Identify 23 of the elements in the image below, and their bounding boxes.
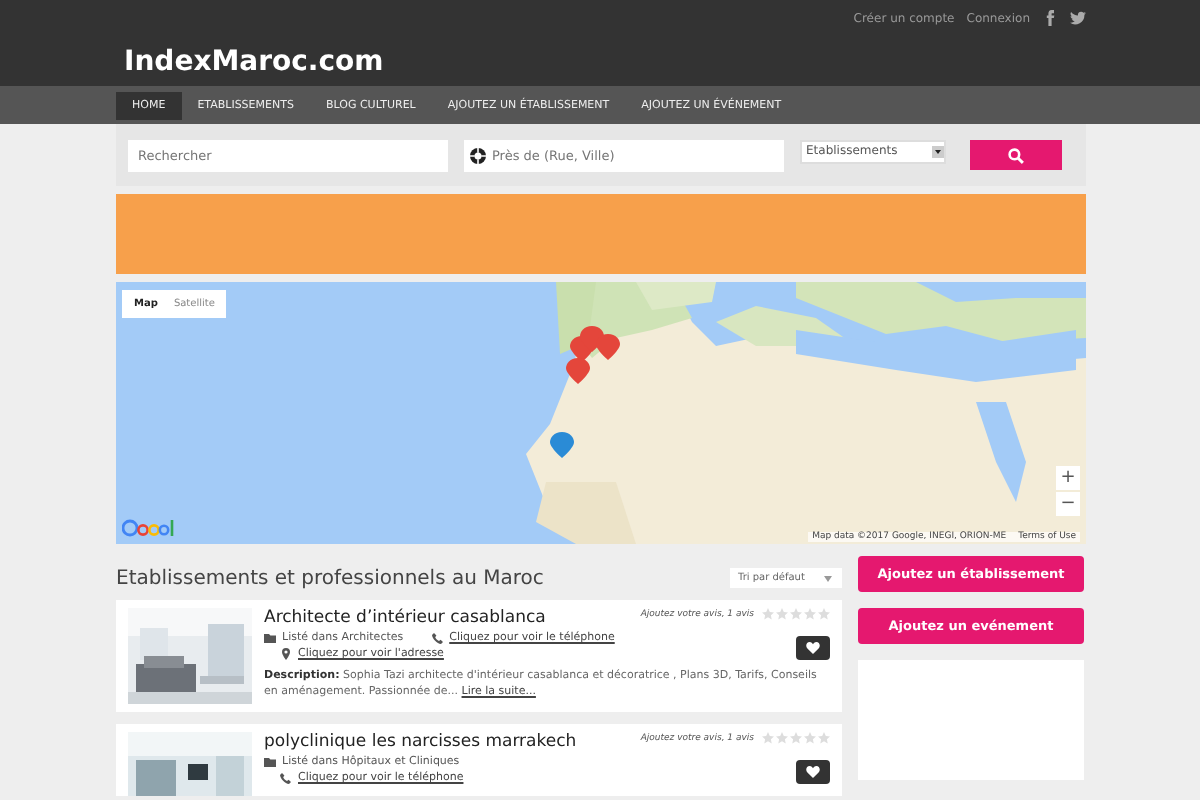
listing-title[interactable]: polyclinique les narcisses marrakech bbox=[264, 732, 577, 752]
zoom-button[interactable]: + bbox=[1056, 466, 1080, 490]
phone-icon bbox=[431, 632, 444, 644]
section-title: Etablissements et professionnels au Maroc bbox=[116, 567, 544, 589]
dropdown-arrow-icon bbox=[822, 572, 834, 584]
phone-icon bbox=[280, 772, 292, 784]
favorite-button[interactable] bbox=[796, 760, 830, 784]
facebook-icon[interactable] bbox=[1042, 10, 1058, 26]
dropdown-arrow-icon bbox=[932, 145, 944, 157]
folder-icon bbox=[264, 632, 276, 644]
twitter-icon[interactable] bbox=[1070, 10, 1086, 26]
zoom-button[interactable]: − bbox=[1056, 492, 1080, 516]
search-icon bbox=[1008, 147, 1024, 163]
crosshair-icon bbox=[470, 147, 486, 163]
listing-title[interactable]: Architecte d’intérieur casablanca bbox=[264, 608, 615, 628]
map-logo-icon bbox=[122, 518, 178, 538]
search-button[interactable] bbox=[970, 140, 1062, 170]
site-logo[interactable]: IndexMaroc.com bbox=[124, 46, 1086, 78]
favorite-button[interactable] bbox=[796, 636, 830, 660]
heart-icon bbox=[806, 642, 820, 654]
folder-icon bbox=[264, 756, 276, 768]
heart-icon bbox=[806, 766, 820, 778]
map-pin-icon bbox=[280, 648, 292, 660]
